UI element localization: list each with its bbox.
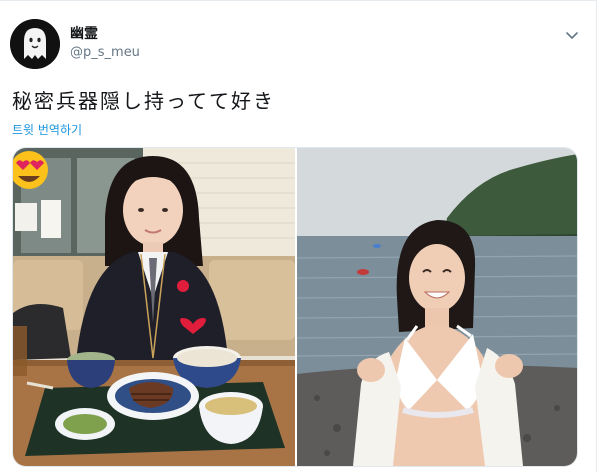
ghost-avatar-icon [10,19,60,69]
tweet-card[interactable]: 幽霊 @p_s_meu 秘密兵器隠し持ってて好き 트윗 번역하기 [0,0,597,472]
user-names: 幽霊 @p_s_meu [70,25,140,62]
avatar[interactable] [10,19,60,69]
translate-tweet-link[interactable]: 트윗 번역하기 [12,122,82,138]
tweet-media [12,147,578,467]
beach-photo[interactable] [297,148,577,466]
chevron-down-icon[interactable] [564,27,580,43]
tweet-text: 秘密兵器隠し持ってて好き [12,89,275,113]
tweet-header: 幽霊 @p_s_meu [10,19,584,71]
display-name[interactable]: 幽霊 [70,25,140,43]
user-handle[interactable]: @p_s_meu [70,44,140,62]
red-heart-icon [177,280,189,292]
restaurant-photo[interactable] [13,148,295,466]
